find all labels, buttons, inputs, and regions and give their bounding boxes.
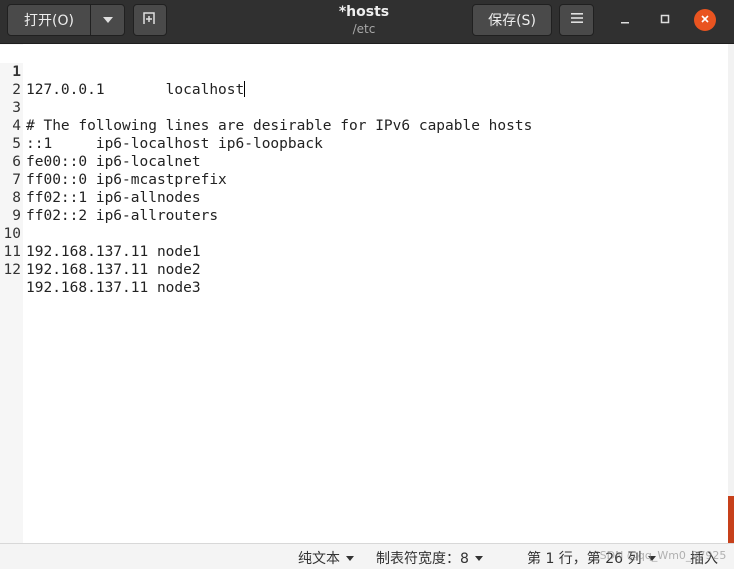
editor-line[interactable]: 3 # The following lines are desirable fo…: [0, 81, 728, 134]
text-editor[interactable]: 1 127.0.0.1 localhost 2 3 # The followin…: [0, 44, 728, 543]
dropdown-arrow-icon: [474, 556, 483, 561]
close-button[interactable]: [694, 9, 716, 31]
save-button[interactable]: 保存(S): [472, 4, 552, 36]
line-number: 12: [3, 262, 21, 278]
editor-line[interactable]: 2: [0, 63, 728, 98]
maximize-icon: [660, 13, 670, 28]
chevron-down-icon: [102, 12, 114, 28]
open-button-label: 打开(O): [24, 13, 74, 29]
editor-line[interactable]: 6 ff00::0 ip6-mcastprefix: [0, 135, 728, 188]
editor-line[interactable]: 7 ff02::1 ip6-allnodes: [0, 153, 728, 206]
editor-line[interactable]: 8 ff02::2 ip6-allrouters: [0, 171, 728, 224]
window-subtitle: /etc: [352, 22, 376, 36]
editor-line[interactable]: 1 127.0.0.1 localhost: [0, 45, 728, 98]
code-area[interactable]: 1 127.0.0.1 localhost 2 3 # The followin…: [0, 45, 728, 296]
language-label: 纯文本: [298, 551, 340, 567]
scrollbar-thumb[interactable]: [728, 496, 734, 543]
open-button[interactable]: 打开(O): [7, 4, 91, 36]
maximize-button[interactable]: [654, 9, 676, 31]
editor-line[interactable]: 5 fe00::0 ip6-localnet: [0, 117, 728, 170]
gedit-window: 打开(O) *hosts /etc 保存(S) 1 127.0.0.1 loca…: [0, 0, 734, 569]
new-document-button[interactable]: [133, 4, 167, 36]
watermark: CSDN @qq_Wm0_97925: [592, 549, 727, 562]
editor-line[interactable]: 4 ::1 ip6-localhost ip6-loopback: [0, 99, 728, 152]
save-button-label: 保存(S): [488, 13, 536, 29]
line-text: 192.168.137.11 node3: [26, 280, 201, 296]
open-menu-button[interactable]: [90, 4, 125, 36]
tab-width-label: 制表符宽度：8: [376, 551, 469, 567]
minimize-icon: [620, 13, 630, 28]
editor-line[interactable]: 11 192.168.137.11 node2: [0, 225, 728, 278]
minimize-button[interactable]: [614, 9, 636, 31]
tab-width-selector[interactable]: 制表符宽度：8: [376, 548, 483, 568]
editor-line[interactable]: 12 192.168.137.11 node3: [0, 243, 728, 296]
dropdown-arrow-icon: [346, 556, 354, 561]
editor-line[interactable]: 9: [0, 189, 728, 224]
new-document-icon: [142, 10, 158, 30]
window-title: *hosts: [338, 4, 390, 20]
language-selector[interactable]: 纯文本: [298, 548, 354, 568]
hamburger-menu-button[interactable]: [559, 4, 594, 36]
close-icon: [700, 13, 710, 28]
header-bar: 打开(O) *hosts /etc 保存(S): [0, 0, 734, 44]
hamburger-menu-icon: [570, 12, 584, 28]
vertical-scrollbar[interactable]: [728, 44, 734, 543]
editor-line[interactable]: 10 192.168.137.11 node1: [0, 207, 728, 260]
window-title-block: *hosts /etc: [250, 4, 478, 37]
